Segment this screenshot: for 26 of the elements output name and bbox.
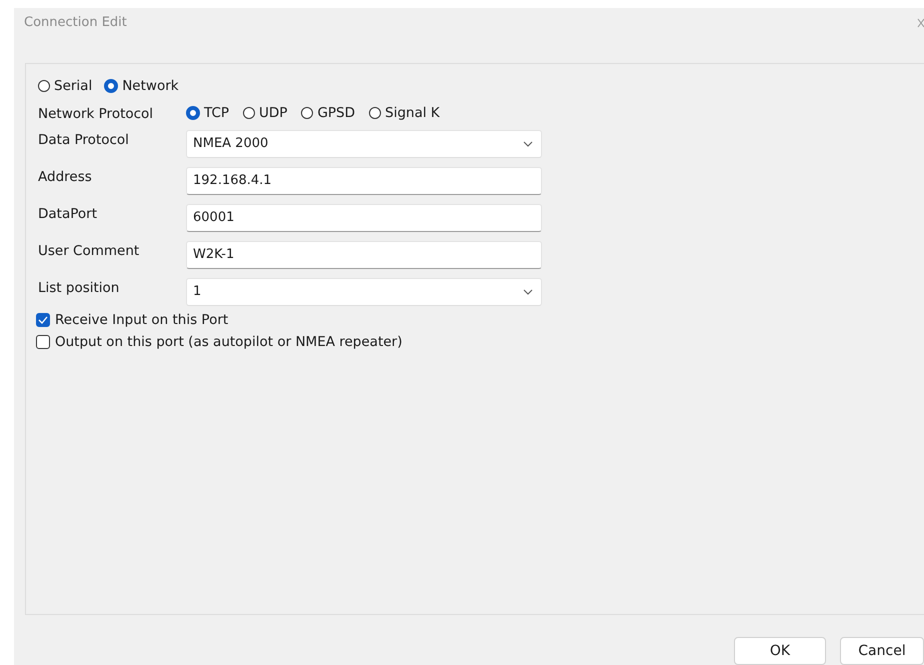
radio-option[interactable]: UDP [243, 104, 288, 121]
field-label: DataPort [38, 204, 98, 222]
field-label: Data Protocol [38, 130, 130, 148]
radio-option[interactable]: TCP [186, 104, 230, 121]
radio-option[interactable]: GPSD [301, 104, 356, 121]
radio-option[interactable]: Serial [38, 78, 92, 94]
input-field[interactable]: 60001 [186, 204, 542, 232]
chevron-down-icon [523, 140, 533, 147]
dropdown[interactable]: 1 [186, 278, 542, 306]
chevron-down-icon [523, 288, 533, 295]
dropdown[interactable]: NMEA 2000 [186, 130, 542, 158]
dialog-button[interactable]: Cancel [840, 637, 924, 665]
checkbox-option[interactable]: Receive Input on this Port [36, 312, 924, 328]
window-title: Connection Edit [24, 15, 127, 30]
radio-option[interactable]: Network [104, 78, 179, 94]
checkbox-option[interactable]: Output on this port (as autopilot or NMEA repeater) [36, 334, 924, 350]
input-field[interactable]: 192.168.4.1 [186, 166, 542, 195]
field-label: Address [38, 168, 93, 185]
field-label: List position [38, 278, 120, 296]
radio-option[interactable]: Signal K [369, 104, 440, 121]
close-icon[interactable] [916, 18, 924, 28]
dialog-button[interactable]: OK [734, 637, 826, 665]
field-label: User Comment [38, 242, 140, 259]
input-field[interactable]: W2K-1 [186, 240, 542, 269]
checkmark-icon [38, 316, 48, 324]
field-label: Network Protocol [38, 104, 154, 122]
